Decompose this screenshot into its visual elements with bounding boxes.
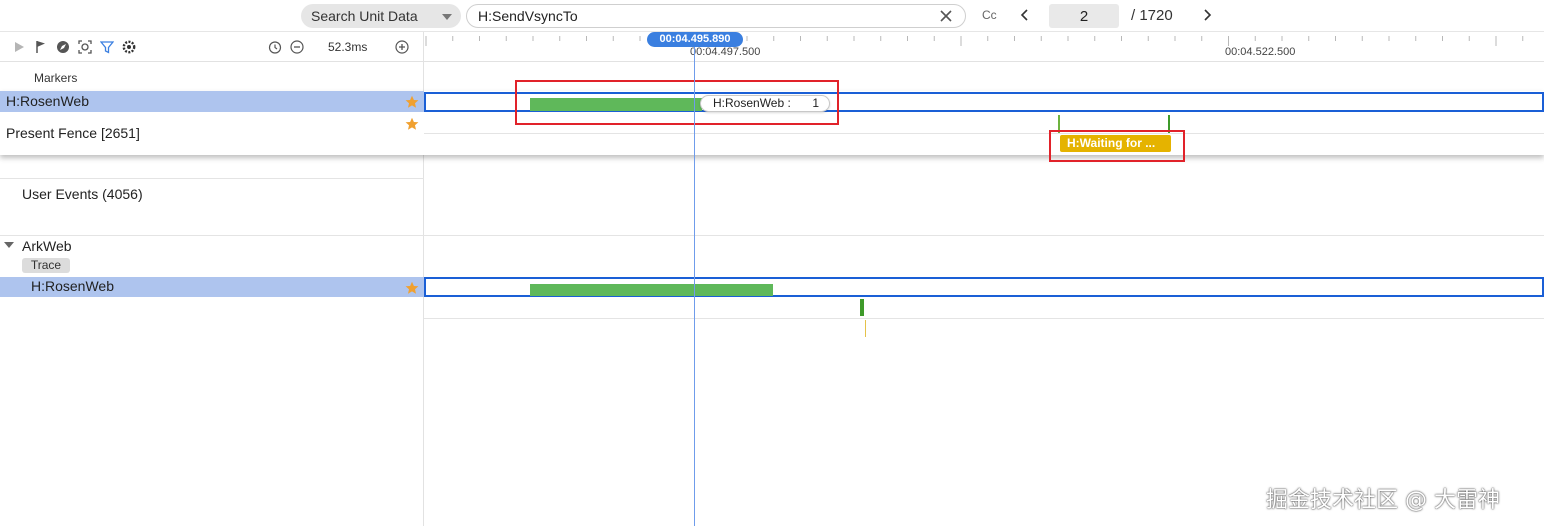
search-field[interactable] [466,4,966,28]
ruler-ticks [425,36,1524,46]
zoom-in-icon[interactable] [395,40,409,54]
chevron-down-icon [442,14,452,20]
track-label-rosenweb[interactable]: H:RosenWeb [6,93,89,109]
markers-label: Markers [34,71,78,85]
fence-mark[interactable] [860,299,864,316]
search-toolbar: Search Unit Data Cc / 1720 [0,0,1544,32]
cursor-time-badge: 00:04.495.890 [647,32,743,47]
time-cursor-line[interactable] [694,45,695,526]
timeline-ruler[interactable]: 00:04.497.500 00:04.522.500 [424,32,1544,62]
capture-icon[interactable] [78,40,92,54]
watermark: 掘金技术社区 @ 大雷神 [1266,488,1500,513]
zoom-scale-label: 52.3ms [328,40,368,54]
search-scope-select[interactable]: Search Unit Data [301,4,461,28]
chevron-right-icon[interactable] [1200,7,1214,23]
page-number-input[interactable] [1049,4,1119,28]
slice-rosenweb[interactable] [530,284,773,296]
row-divider [0,235,1544,236]
trace-toolbar: 52.3ms [0,32,424,62]
ruler-time-label: 00:04.497.500 [690,46,761,58]
gear-icon[interactable] [122,40,136,54]
annotation-box [515,80,839,125]
filter-icon[interactable] [100,40,114,54]
row-divider [0,178,424,179]
flag-icon[interactable] [34,40,48,54]
zoom-out-icon[interactable] [290,40,304,54]
chevron-down-icon[interactable] [4,242,14,248]
star-icon[interactable] [405,281,419,295]
search-input[interactable] [478,7,918,25]
play-icon[interactable] [12,40,26,54]
compass-icon[interactable] [56,40,70,54]
trace-tag: Trace [22,258,70,273]
track-label-user-events[interactable]: User Events (4056) [22,186,143,202]
page-total: / 1720 [1131,7,1173,24]
track-label-present-fence[interactable]: Present Fence [2651] [6,125,140,141]
fence-mark[interactable] [865,320,866,337]
star-icon[interactable] [405,95,419,109]
search-scope-label: Search Unit Data [311,8,418,24]
row-divider [424,133,1544,134]
close-icon[interactable] [939,9,953,23]
row-divider [424,318,1544,319]
star-icon[interactable] [405,117,419,131]
track-label-arkweb[interactable]: ArkWeb [22,238,72,254]
annotation-box [1049,130,1185,162]
track-label-rosenweb-child[interactable]: H:RosenWeb [31,278,114,294]
match-case-button[interactable]: Cc [982,8,997,22]
ruler-time-label: 00:04.522.500 [1225,46,1296,58]
chevron-left-icon[interactable] [1018,7,1032,23]
timer-icon[interactable] [268,40,282,54]
